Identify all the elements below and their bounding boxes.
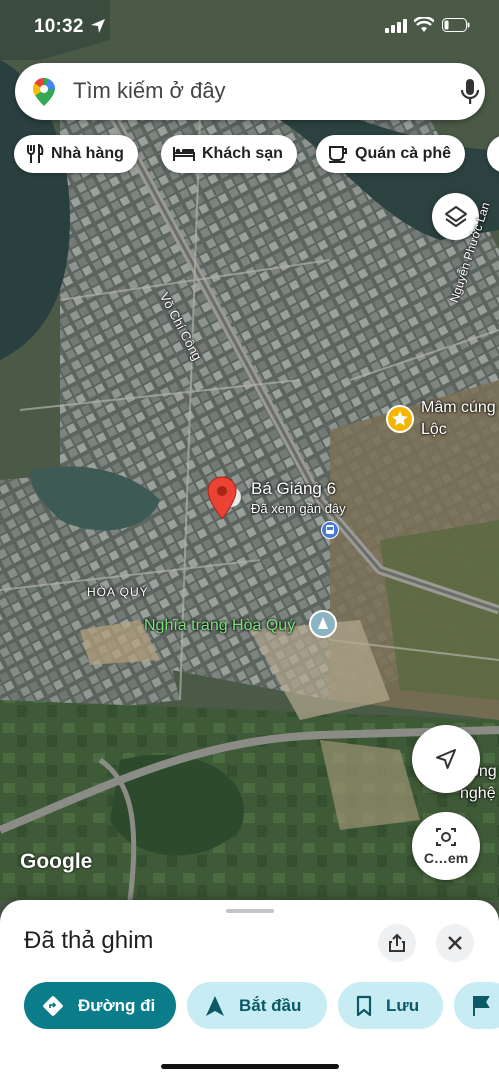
action-label: Bắt đầu [239,995,302,1015]
chip-label: Nhà hàng [51,145,124,162]
chip-more[interactable] [487,135,499,173]
close-button[interactable] [436,924,474,962]
share-button[interactable] [378,924,416,962]
home-indicator [161,1064,339,1069]
pin-title[interactable]: Bá Giáng 6 [251,479,336,499]
cellular-signal-icon [385,19,407,33]
chip-hotels[interactable]: Khách sạn [161,135,297,173]
poi-label[interactable]: Mâm cúng [421,399,496,417]
save-button[interactable]: Lưu [338,982,443,1029]
microphone-icon[interactable] [459,78,481,106]
place-sheet[interactable]: Đã thả ghim Đường đi Bắt đầu Lưu [0,900,499,1080]
camera-icon [436,828,456,846]
action-label: Đường đi [78,995,156,1015]
maps-logo-icon [33,78,55,106]
restaurant-icon [26,144,44,164]
bookmark-icon [356,995,372,1017]
action-label: Lưu [386,995,420,1015]
search-input[interactable]: Tìm kiếm ở đây [73,78,226,104]
flag-icon [472,995,490,1017]
my-location-button[interactable] [412,725,480,793]
start-button[interactable]: Bắt đầu [187,982,327,1029]
poi-label[interactable]: Lộc [421,421,447,439]
label-button[interactable] [454,982,499,1029]
wifi-icon [414,17,434,32]
chip-label: Khách sạn [202,145,283,162]
chip-coffee[interactable]: Quán cà phê [316,135,466,173]
dropped-pin-icon[interactable] [205,475,241,523]
navigate-icon [205,995,225,1017]
status-time: 10:32 [34,16,84,37]
share-icon [389,933,405,952]
status-bar: 10:32 [0,0,499,54]
category-chips: Nhà hàng Khách sạn Quán cà phê [0,135,499,175]
sheet-drag-handle[interactable] [226,909,274,913]
layers-icon [444,205,467,227]
battery-icon [442,18,470,32]
close-icon [448,936,462,950]
ward-label: HÒA QUÝ [87,585,149,599]
navigation-arrow-icon [436,749,456,769]
edge-label: nghệ [460,785,496,802]
chip-label: Quán cà phê [355,145,452,162]
chip-restaurants[interactable]: Nhà hàng [14,135,138,173]
star-poi-icon[interactable] [386,405,414,433]
location-arrow-icon [91,19,105,33]
camera-button-label: C…em [423,850,469,866]
sheet-title: Đã thả ghim [24,927,154,954]
cemetery-label[interactable]: Nghĩa trang Hòa Quý [144,617,295,635]
directions-button[interactable]: Đường đi [24,982,176,1029]
cemetery-icon[interactable] [309,610,337,638]
hotel-icon [173,146,195,162]
camera-search-button[interactable]: C…em [412,812,480,880]
directions-icon [42,995,64,1017]
bus-stop-icon[interactable] [321,521,339,539]
search-bar[interactable]: Tìm kiếm ở đây [15,63,485,120]
google-logo: Google [20,850,93,873]
coffee-icon [328,145,348,163]
pin-subtitle: Đã xem gần đây [251,501,346,516]
